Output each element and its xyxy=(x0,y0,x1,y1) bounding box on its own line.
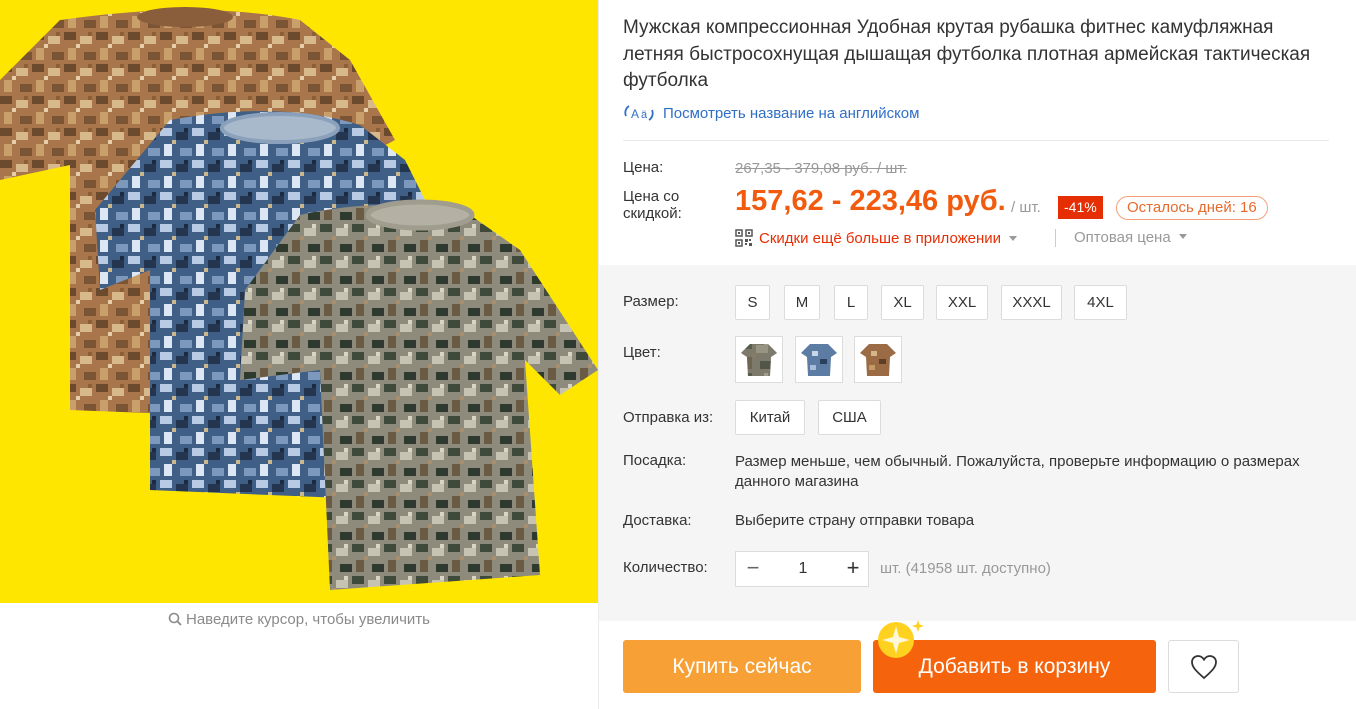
app-discount-text: Скидки ещё больше в приложении xyxy=(759,229,1002,247)
original-price: 267,35 - 379,08 руб. / шт. xyxy=(735,160,907,177)
fit-note: Размер меньше, чем обычный. Пожалуйста, … xyxy=(735,453,1300,490)
heart-icon xyxy=(1190,654,1217,679)
quantity-input[interactable] xyxy=(770,552,836,586)
translate-icon: A ä xyxy=(623,103,655,123)
translate-link-text: Посмотреть название на английском xyxy=(663,104,920,122)
size-option-4xl[interactable]: 4XL xyxy=(1074,285,1127,320)
ship-from-usa[interactable]: США xyxy=(818,400,881,435)
svg-text:ä: ä xyxy=(641,109,648,121)
chevron-down-icon xyxy=(1178,234,1187,239)
buy-now-button[interactable]: Купить сейчас xyxy=(623,640,861,693)
size-option-s[interactable]: S xyxy=(735,285,770,320)
size-option-xxl[interactable]: XXL xyxy=(936,285,988,320)
product-gallery: Наведите курсор, чтобы увеличить xyxy=(0,0,598,709)
wishlist-button[interactable] xyxy=(1168,640,1239,693)
zoom-hint: Наведите курсор, чтобы увеличить xyxy=(0,611,598,630)
qr-code-icon xyxy=(735,229,753,247)
chevron-down-icon xyxy=(1009,235,1018,241)
quantity-label: Количество: xyxy=(623,559,708,576)
color-option-green-camo[interactable] xyxy=(735,336,783,383)
size-label: Размер: xyxy=(623,293,679,310)
app-discount-dropdown[interactable]: Скидки ещё больше в приложении xyxy=(735,229,1018,247)
fit-label: Посадка: xyxy=(623,452,687,469)
title-divider xyxy=(623,140,1329,141)
stock-availability: шт. (41958 шт. доступно) xyxy=(880,560,1051,577)
wholesale-text: Оптовая цена xyxy=(1074,229,1171,246)
product-main-image[interactable] xyxy=(0,0,598,603)
size-option-xl[interactable]: XL xyxy=(881,285,924,320)
price-label: Цена: xyxy=(623,159,664,176)
camo-shirts-image xyxy=(0,7,598,590)
delivery-note: Выберите страну отправки товара xyxy=(735,512,975,529)
days-left-badge: Осталось дней: 16 xyxy=(1116,196,1268,220)
color-option-brown-camo[interactable] xyxy=(854,336,902,383)
delivery-label: Доставка: xyxy=(623,512,692,529)
svg-text:A: A xyxy=(631,107,639,121)
size-option-l[interactable]: L xyxy=(834,285,868,320)
shirt-thumbnail-icon xyxy=(860,344,896,376)
zoom-hint-text: Наведите курсор, чтобы увеличить xyxy=(186,611,430,628)
ship-from-china[interactable]: Китай xyxy=(735,400,805,435)
color-label: Цвет: xyxy=(623,344,661,361)
promo-separator xyxy=(1055,229,1056,247)
quantity-stepper: − + xyxy=(735,551,869,587)
wholesale-price-dropdown[interactable]: Оптовая цена xyxy=(1074,229,1187,246)
ship-from-label: Отправка из: xyxy=(623,409,714,426)
translate-title-link[interactable]: A ä Посмотреть название на английском xyxy=(623,103,919,123)
size-option-xxxl[interactable]: XXXL xyxy=(1001,285,1062,320)
color-option-blue-camo[interactable] xyxy=(795,336,843,383)
discount-price: 157,62 - 223,46 руб. xyxy=(735,185,1006,217)
discount-badge: -41% xyxy=(1058,196,1103,219)
shirt-thumbnail-icon xyxy=(801,344,837,376)
product-info: Мужская компрессионная Удобная крутая ру… xyxy=(599,0,1356,709)
shirt-thumbnail-icon xyxy=(741,344,777,376)
product-title: Мужская компрессионная Удобная крутая ру… xyxy=(623,17,1311,91)
size-option-m[interactable]: M xyxy=(784,285,820,320)
price-unit: / шт. xyxy=(1011,199,1041,216)
discount-price-label: Цена со скидкой: xyxy=(623,188,682,222)
sparkle-icon xyxy=(878,620,924,658)
quantity-decrease-button[interactable]: − xyxy=(736,552,770,586)
magnifier-icon xyxy=(168,612,182,630)
quantity-increase-button[interactable]: + xyxy=(836,552,870,586)
